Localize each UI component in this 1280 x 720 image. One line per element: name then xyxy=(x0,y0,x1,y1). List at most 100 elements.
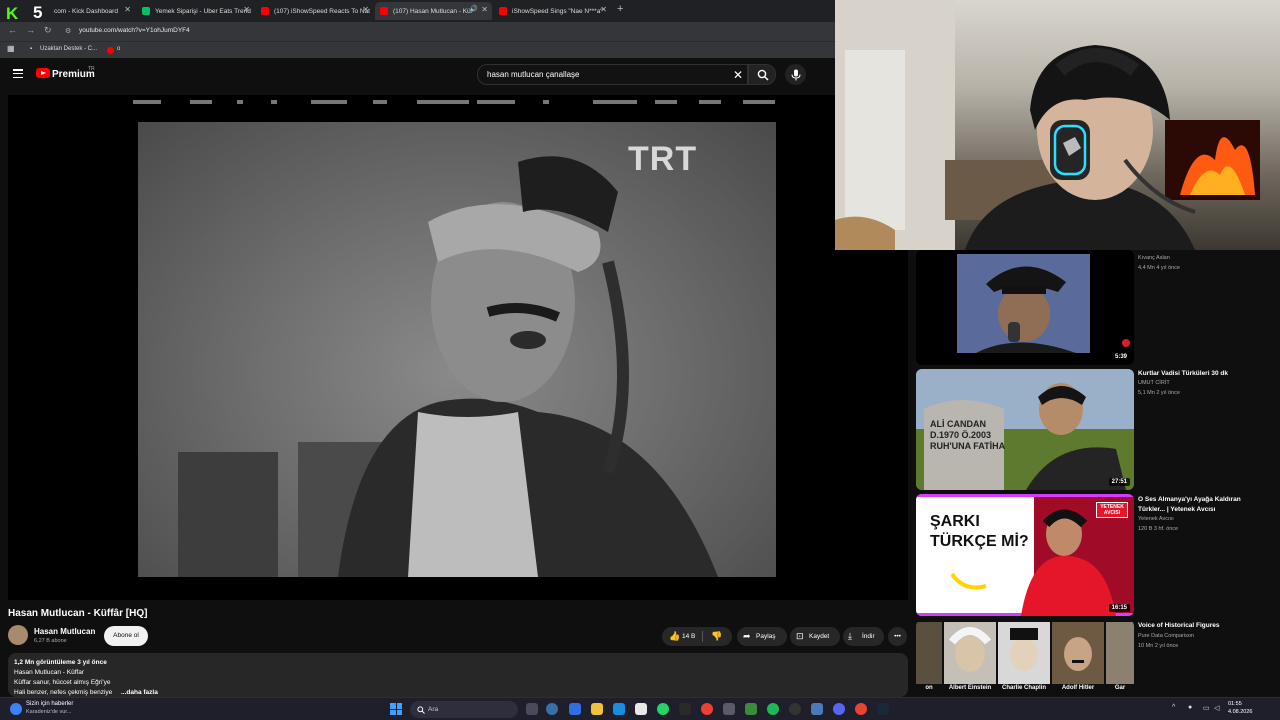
bookmark-uzaktan-destek[interactable]: Uzaktan Destek - C... xyxy=(40,46,97,52)
recommendation-channel[interactable]: Pure Data Comparison xyxy=(1138,633,1194,639)
back-icon[interactable]: ← xyxy=(8,25,17,35)
close-tab-icon[interactable]: ✕ xyxy=(600,5,607,14)
spotify-icon[interactable] xyxy=(767,703,779,715)
tab-label: Yemek Siparişi - Uber Eats Trend xyxy=(155,7,251,15)
tab-label: com - Kick Dashboard xyxy=(54,7,118,15)
chrome-icon[interactable] xyxy=(855,703,867,715)
url-field[interactable]: youtube.com/watch?v=Y1ohJumDYF4 xyxy=(79,27,190,34)
thumbs-up-icon[interactable]: 👍 xyxy=(669,627,680,646)
reload-icon[interactable]: ↻ xyxy=(44,25,52,36)
app-icon[interactable] xyxy=(679,703,691,715)
share-button[interactable]: ➦ Paylaş xyxy=(737,627,787,646)
clock-time[interactable]: 01:55 xyxy=(1228,701,1242,707)
tab-uber-eats[interactable]: Yemek Siparişi - Uber Eats Trend ✕ xyxy=(137,2,254,20)
recommendation-meta: 5,1 Mn 2 yıl önce xyxy=(1138,390,1180,396)
chrome-icon[interactable] xyxy=(701,703,713,715)
video-duration: 16:15 xyxy=(1108,604,1130,612)
taskbar-search[interactable]: Ara xyxy=(410,701,518,718)
recommendation-title[interactable]: Kurtlar Vadisi Türküleri 30 dk xyxy=(1138,369,1268,379)
recommendation-title[interactable]: O Ses Almanya'yı Ayağa Kaldıran Türkler.… xyxy=(1138,495,1268,515)
browser-tab-bar: com - Kick Dashboard ✕ Yemek Siparişi - … xyxy=(0,0,835,22)
app-icon[interactable] xyxy=(723,703,735,715)
edge-icon[interactable] xyxy=(613,703,625,715)
youtube-logo-icon[interactable] xyxy=(36,68,50,78)
site-info-icon[interactable]: ⚙ xyxy=(65,27,71,35)
forward-icon[interactable]: → xyxy=(26,25,35,35)
tab-ishowspeed-reacts[interactable]: (107) iShowSpeed Reacts To Nat ✕ xyxy=(256,2,373,20)
download-button[interactable]: ⤓ İndir xyxy=(843,627,884,646)
hamburger-menu-icon[interactable] xyxy=(13,69,23,79)
close-tab-icon[interactable]: ✕ xyxy=(243,5,250,14)
recommendation-thumbnail[interactable]: ŞARKI TÜRKÇE Mİ? YETENEK AVCISI 16:15 xyxy=(916,494,1134,616)
news-widget-title[interactable]: Sizin için haberler xyxy=(26,701,73,707)
like-count[interactable]: 14 B xyxy=(682,627,695,646)
tab-label: iShowSpeed Sings "Nae N***a" xyxy=(512,7,603,15)
recommendation-channel[interactable]: Kıvanç Aslan xyxy=(1138,255,1170,261)
recommendation-channel[interactable]: Yetenek Avcısı xyxy=(1138,516,1174,522)
close-tab-icon[interactable]: ✕ xyxy=(124,5,131,14)
streamer-camera-feed xyxy=(835,0,1260,250)
whatsapp-icon[interactable] xyxy=(657,703,669,715)
app-icon[interactable] xyxy=(811,703,823,715)
view-stats: 1,2 Mn görüntüleme 3 yıl önce xyxy=(14,659,107,666)
youtube-header: Premium TR hasan mutlucan çanallaşe ✕ xyxy=(0,58,835,92)
bookmark-o[interactable]: o xyxy=(117,46,120,52)
channel-name[interactable]: Hasan Mutlucan xyxy=(34,627,95,636)
recommendation-thumbnail[interactable]: 5:39 xyxy=(916,250,1134,365)
save-button[interactable]: ⊡ Kaydet xyxy=(790,627,840,646)
clock-date[interactable]: 4.08.2026 xyxy=(1228,709,1252,715)
description-box[interactable]: 1,2 Mn görüntüleme 3 yıl önce Hasan Mutl… xyxy=(8,653,908,697)
video-title: Hasan Mutlucan - Küffâr [HQ] xyxy=(8,608,148,619)
address-bar: ← → ↻ ⚙ youtube.com/watch?v=Y1ohJumDYF4 xyxy=(0,22,835,41)
show-more-link[interactable]: ...daha fazla xyxy=(121,689,158,696)
minecraft-icon[interactable] xyxy=(745,703,757,715)
bookmark-icon: ⊡ xyxy=(796,631,804,641)
video-frame: TRT xyxy=(138,122,776,577)
network-icon[interactable]: ▭ xyxy=(1203,704,1210,712)
file-explorer-icon[interactable] xyxy=(591,703,603,715)
youtube-favicon-icon xyxy=(261,7,269,15)
news-widget-icon[interactable] xyxy=(10,703,22,715)
recommendation-thumbnail[interactable]: on Albert Einstein Charlie Chaplin Adolf… xyxy=(916,620,1134,696)
voice-search-button[interactable] xyxy=(785,64,806,85)
volume-icon[interactable]: ◁ xyxy=(1214,704,1219,712)
news-widget-subtitle[interactable]: Karadeniz'de vur... xyxy=(26,709,71,715)
figure-name: on xyxy=(925,685,933,691)
settings-icon[interactable] xyxy=(546,703,558,715)
tab-ishowspeed-sings[interactable]: iShowSpeed Sings "Nae N***a" ✕ xyxy=(494,2,611,20)
tray-chevron-icon[interactable]: ^ xyxy=(1172,704,1175,711)
tab-hasan-mutlucan[interactable]: (107) Hasan Mutlucan - Küf 🔊 ✕ xyxy=(375,2,492,20)
search-button[interactable] xyxy=(748,64,776,85)
recommendation-thumbnail[interactable]: ALİ CANDAN D.1970 Ö.2003 RUH'UNA FATİHA … xyxy=(916,369,1134,490)
store-icon[interactable] xyxy=(635,703,647,715)
subscribe-button[interactable]: Abone ol xyxy=(104,626,148,646)
new-tab-button[interactable]: + xyxy=(617,3,623,15)
share-label: Paylaş xyxy=(756,633,776,640)
start-button[interactable] xyxy=(390,703,402,715)
youtube-favicon-icon xyxy=(380,7,388,15)
close-tab-icon[interactable]: ✕ xyxy=(481,5,488,14)
more-actions-icon[interactable]: ••• xyxy=(888,627,907,646)
close-tab-icon[interactable]: ✕ xyxy=(362,5,369,14)
figure-name: Gar xyxy=(1114,685,1126,691)
browser-icon[interactable] xyxy=(569,703,581,715)
recommendation-channel[interactable]: UMUT CİRİT xyxy=(1138,380,1170,386)
download-label: İndir xyxy=(862,633,875,640)
microphone-tray-icon[interactable]: ● xyxy=(1188,704,1192,711)
task-view-icon[interactable] xyxy=(526,703,538,715)
channel-avatar[interactable] xyxy=(8,625,28,645)
video-player[interactable]: TRT xyxy=(8,95,908,600)
kick-logo: K xyxy=(6,4,18,23)
apps-grid-icon[interactable]: ▦ xyxy=(7,44,15,53)
thumbnail-image xyxy=(957,254,1090,353)
thumbs-down-icon[interactable]: 👎 xyxy=(711,627,722,646)
speaker-icon[interactable]: 🔊 xyxy=(469,5,478,13)
thumbnail-caption: ŞARKI TÜRKÇE Mİ? xyxy=(930,513,1029,550)
discord-icon[interactable] xyxy=(833,703,845,715)
search-input[interactable]: hasan mutlucan çanallaşe ✕ xyxy=(477,64,748,85)
steam-icon[interactable] xyxy=(877,703,889,715)
clear-search-icon[interactable]: ✕ xyxy=(733,68,743,82)
obs-icon[interactable] xyxy=(789,703,801,715)
trt-watermark: TRT xyxy=(628,140,698,178)
recommendation-title[interactable]: Voice of Historical Figures xyxy=(1138,621,1268,631)
